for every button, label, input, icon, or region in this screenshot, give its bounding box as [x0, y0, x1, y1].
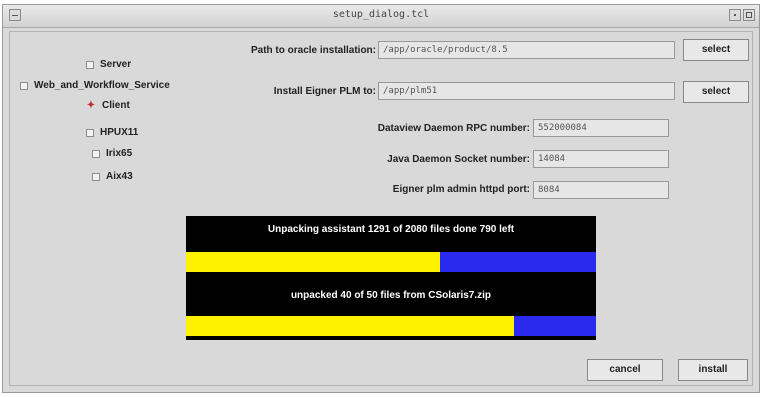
- rpc-number-field[interactable]: 552000084: [533, 119, 669, 137]
- title-bar[interactable]: setup_dialog.tcl: [3, 5, 759, 28]
- httpd-port-field[interactable]: 8084: [533, 181, 669, 199]
- checkbox-icon[interactable]: [20, 81, 28, 90]
- checkbox-icon[interactable]: [92, 149, 100, 158]
- oracle-path-field[interactable]: /app/oracle/product/8.5: [378, 41, 675, 59]
- select-oracle-button[interactable]: select: [683, 39, 749, 61]
- file-progress-fill: [186, 316, 514, 336]
- option-label: Irix65: [106, 148, 133, 159]
- socket-number-field[interactable]: 14084: [533, 150, 669, 168]
- socket-number-label: Java Daemon Socket number:: [387, 154, 530, 165]
- plm-path-field[interactable]: /app/plm51: [378, 82, 675, 100]
- option-label: Web_and_Workflow_Service: [34, 80, 170, 91]
- progress-panel: Unpacking assistant 1291 of 2080 files d…: [186, 216, 596, 340]
- maximize-icon[interactable]: [743, 9, 755, 21]
- cancel-button[interactable]: cancel: [587, 359, 663, 381]
- option-web-and-workflow-service[interactable]: Web_and_Workflow_Service: [20, 80, 170, 91]
- option-client[interactable]: ✦ Client: [86, 100, 130, 111]
- option-label: HPUX11: [100, 127, 139, 138]
- httpd-port-label: Eigner plm admin httpd port:: [392, 184, 530, 195]
- radio-selected-icon[interactable]: ✦: [86, 100, 96, 111]
- file-progress-text: unpacked 40 of 50 files from CSolaris7.z…: [290, 290, 492, 301]
- option-hpux11[interactable]: HPUX11: [86, 127, 138, 138]
- checkbox-icon[interactable]: [92, 172, 100, 181]
- checkbox-icon[interactable]: [86, 60, 94, 69]
- install-button[interactable]: install: [678, 359, 748, 381]
- rpc-number-label: Dataview Daemon RPC number:: [377, 123, 530, 134]
- overall-progress-fill: [186, 252, 441, 272]
- option-server[interactable]: Server: [86, 59, 131, 70]
- plm-path-label: Install Eigner PLM to:: [273, 86, 376, 97]
- option-label: Client: [102, 100, 130, 111]
- window-title: setup_dialog.tcl: [332, 9, 430, 20]
- checkbox-icon[interactable]: [86, 128, 94, 137]
- option-label: Aix43: [106, 171, 133, 182]
- oracle-path-label: Path to oracle installation:: [250, 45, 376, 56]
- minimize-icon[interactable]: [729, 9, 741, 21]
- option-label: Server: [100, 59, 132, 70]
- overall-progress-bar: [186, 252, 596, 272]
- option-irix65[interactable]: Irix65: [92, 148, 132, 159]
- option-aix43[interactable]: Aix43: [92, 171, 133, 182]
- file-progress-bar: [186, 316, 596, 336]
- progress-status-text: Unpacking assistant 1291 of 2080 files d…: [267, 224, 515, 235]
- select-plm-button[interactable]: select: [683, 81, 749, 103]
